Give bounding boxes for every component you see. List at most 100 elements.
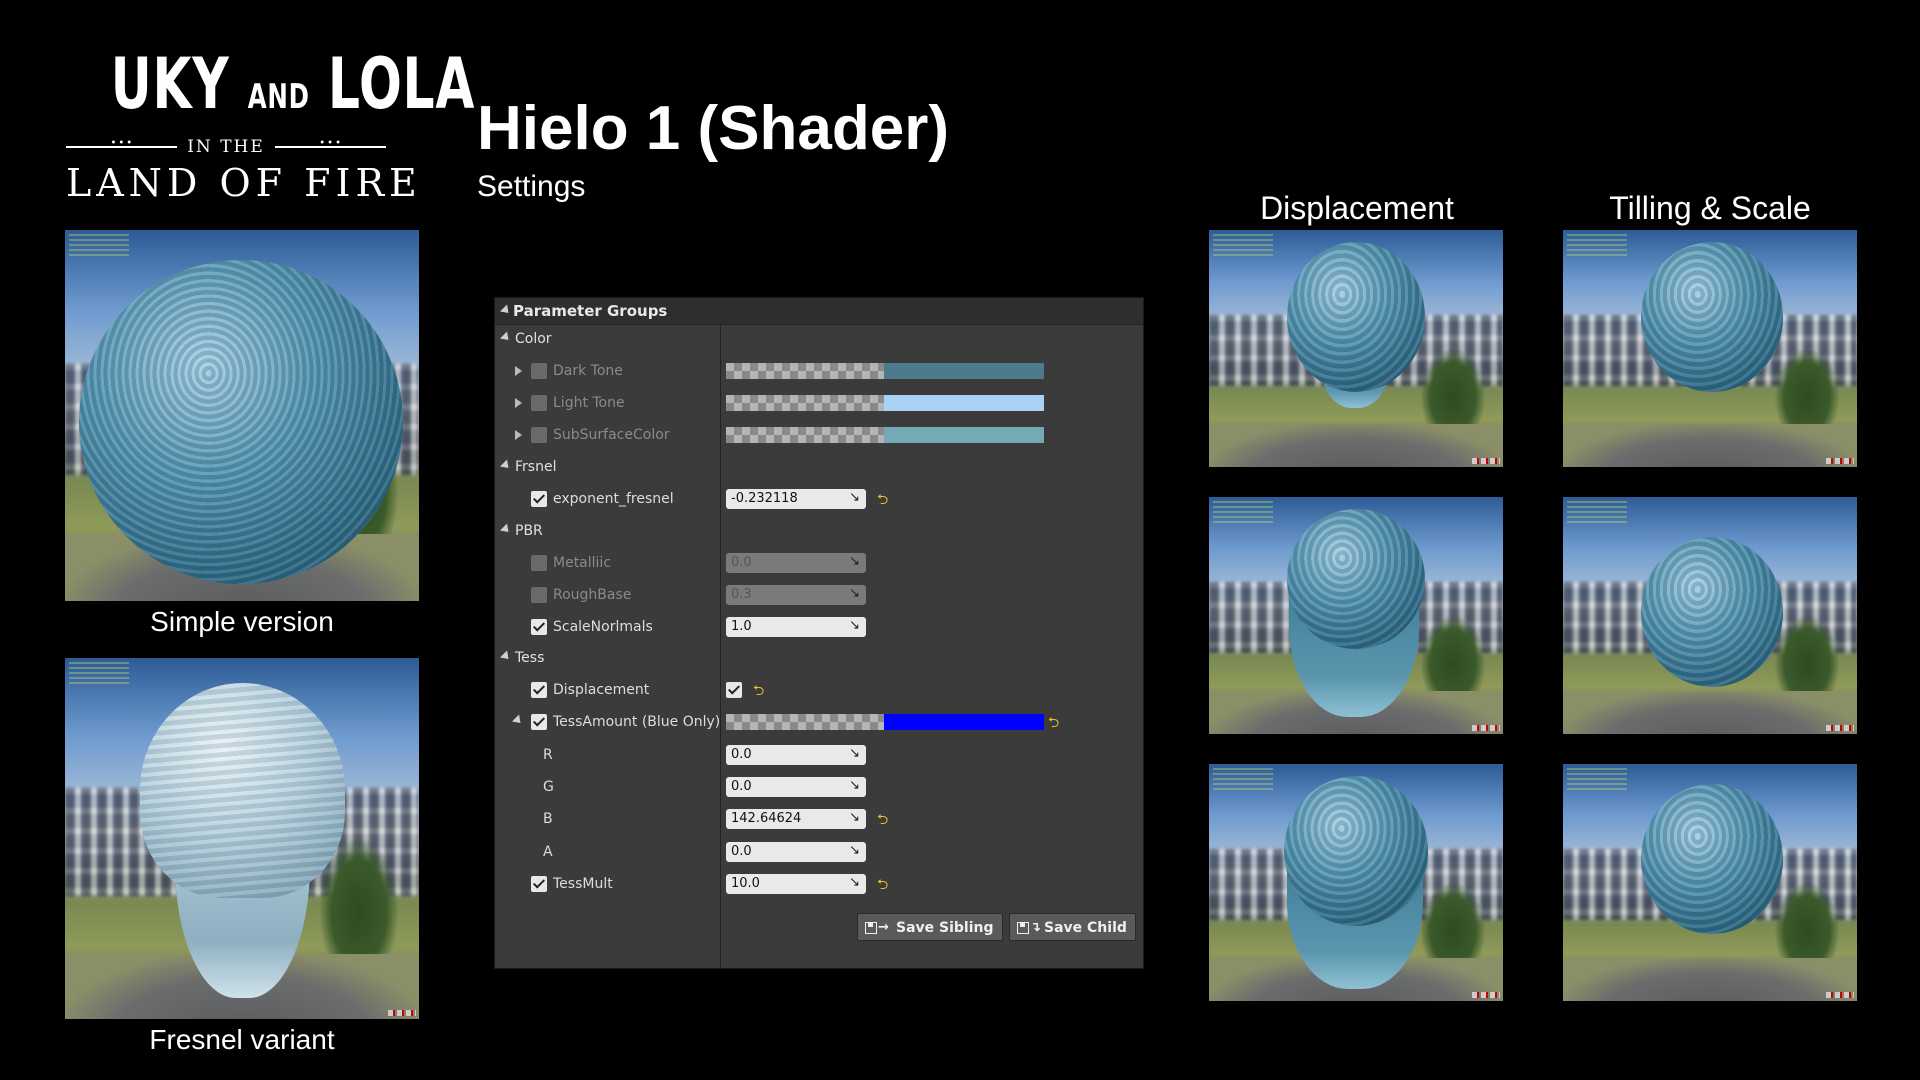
channel-b-label: B — [543, 811, 553, 827]
group-frsnel-label: Frsnel — [515, 459, 557, 475]
metalliic-label: Metalliic — [553, 555, 612, 571]
reset-to-default-icon[interactable]: ⮌ — [753, 680, 764, 704]
logo-lola: LOLA — [327, 43, 476, 125]
param-tessamount: TessAmount (Blue Only) ⮌ — [495, 708, 1143, 736]
channel-b-value: 142.64624 — [731, 811, 802, 826]
channel-b-input[interactable]: 142.64624 — [726, 808, 866, 829]
tessmult-checkbox[interactable] — [531, 876, 547, 892]
tilling-preview-3 — [1563, 764, 1857, 1001]
expand-arrow-icon[interactable] — [515, 366, 522, 376]
viewport-corner-icons — [1826, 458, 1854, 464]
tessamount-checkbox[interactable] — [531, 714, 547, 730]
channel-a-input[interactable]: 0.0 — [726, 841, 866, 862]
ice-sphere — [1287, 242, 1425, 392]
simple-version-preview — [65, 230, 419, 601]
fresnel-variant-preview — [65, 658, 419, 1019]
tilling-preview-1 — [1563, 230, 1857, 467]
displacement-value-checkbox[interactable] — [726, 682, 742, 698]
light-tone-color-swatch[interactable] — [726, 395, 1044, 411]
ice-sphere — [1641, 242, 1783, 392]
drag-arrow-icon[interactable] — [849, 584, 860, 604]
param-tessamount-g: G 0.0 — [495, 773, 1143, 801]
collapse-arrow-icon[interactable] — [511, 714, 525, 727]
drag-arrow-icon[interactable] — [849, 616, 860, 636]
channel-r-input[interactable]: 0.0 — [726, 744, 866, 765]
drag-arrow-icon[interactable] — [849, 744, 860, 764]
viewport-stats-overlay — [1213, 234, 1273, 258]
scalenorlmals-input[interactable]: 1.0 — [726, 616, 866, 637]
drag-arrow-icon[interactable] — [849, 873, 860, 893]
channel-g-input[interactable]: 0.0 — [726, 776, 866, 797]
save-sibling-button[interactable]: → Save Sibling — [857, 913, 1003, 941]
reset-to-default-icon[interactable]: ⮌ — [877, 874, 888, 898]
arrow-right-icon: → — [878, 920, 889, 935]
param-scalenorlmals: ScaleNorlmals 1.0 — [495, 613, 1143, 641]
collapse-arrow-icon[interactable] — [499, 650, 513, 663]
logo-uky: UKY — [110, 43, 230, 125]
exponent-fresnel-value: -0.232118 — [731, 491, 798, 506]
viewport-stats-overlay — [69, 234, 129, 258]
param-dark-tone: Dark Tone — [495, 357, 1143, 385]
collapse-arrow-icon[interactable] — [499, 459, 513, 472]
dark-tone-color-swatch[interactable] — [726, 363, 1044, 379]
metalliic-value: 0.0 — [731, 555, 752, 570]
collapse-arrow-icon[interactable] — [499, 304, 513, 317]
viewport-stats-overlay — [69, 662, 129, 686]
drag-arrow-icon[interactable] — [849, 488, 860, 508]
channel-r-label: R — [543, 747, 553, 763]
light-tone-label: Light Tone — [553, 395, 625, 411]
drag-arrow-icon[interactable] — [849, 808, 860, 828]
metalliic-input[interactable]: 0.0 — [726, 552, 866, 573]
parameter-groups-label: Parameter Groups — [513, 302, 668, 320]
tessamount-label: TessAmount (Blue Only) — [553, 714, 721, 730]
tessamount-color-swatch[interactable] — [726, 714, 1044, 730]
group-pbr[interactable]: PBR — [495, 517, 1143, 545]
metalliic-checkbox[interactable] — [531, 555, 547, 571]
dark-tone-label: Dark Tone — [553, 363, 623, 379]
expand-arrow-icon[interactable] — [515, 398, 522, 408]
subsurface-color-checkbox[interactable] — [531, 427, 547, 443]
group-tess[interactable]: Tess — [495, 644, 1143, 672]
param-displacement: Displacement ⮌ — [495, 676, 1143, 704]
displacement-enable-checkbox[interactable] — [531, 682, 547, 698]
scalenorlmals-checkbox[interactable] — [531, 619, 547, 635]
save-child-button[interactable]: ↴ Save Child — [1009, 913, 1136, 941]
logo-rule-right — [274, 138, 387, 149]
material-parameter-panel: Parameter Groups Color Dark Tone Light T… — [494, 297, 1144, 969]
logo-and: AND — [247, 77, 310, 117]
group-color-label: Color — [515, 331, 552, 347]
group-color[interactable]: Color — [495, 325, 1143, 353]
light-tone-checkbox[interactable] — [531, 395, 547, 411]
reset-to-default-icon[interactable]: ⮌ — [877, 809, 888, 833]
reset-to-default-icon[interactable]: ⮌ — [1048, 712, 1059, 736]
roughbase-checkbox[interactable] — [531, 587, 547, 603]
parameter-groups-header[interactable]: Parameter Groups — [495, 298, 1143, 325]
page-title: Hielo 1 (Shader) — [477, 94, 949, 163]
drag-arrow-icon[interactable] — [849, 841, 860, 861]
exponent-fresnel-checkbox[interactable] — [531, 491, 547, 507]
tilling-preview-2 — [1563, 497, 1857, 734]
param-roughbase: RoughBase 0.3 — [495, 581, 1143, 609]
group-frsnel[interactable]: Frsnel — [495, 453, 1143, 481]
save-child-label: Save Child — [1044, 920, 1127, 936]
collapse-arrow-icon[interactable] — [499, 331, 513, 344]
drag-arrow-icon[interactable] — [849, 552, 860, 572]
viewport-stats-overlay — [1213, 768, 1273, 792]
page-subtitle: Settings — [477, 170, 586, 203]
roughbase-input[interactable]: 0.3 — [726, 584, 866, 605]
group-pbr-label: PBR — [515, 523, 543, 539]
reset-to-default-icon[interactable]: ⮌ — [877, 489, 888, 513]
param-tessmult: TessMult 10.0 ⮌ — [495, 870, 1143, 898]
tilling-scale-heading: Tilling & Scale — [1609, 190, 1811, 226]
viewport-stats-overlay — [1567, 234, 1627, 258]
tessmult-input[interactable]: 10.0 — [726, 873, 866, 894]
param-exponent-fresnel: exponent_fresnel -0.232118 ⮌ — [495, 485, 1143, 513]
ice-sphere — [79, 260, 403, 584]
exponent-fresnel-input[interactable]: -0.232118 — [726, 488, 866, 509]
dark-tone-checkbox[interactable] — [531, 363, 547, 379]
collapse-arrow-icon[interactable] — [499, 523, 513, 536]
expand-arrow-icon[interactable] — [515, 430, 522, 440]
subsurface-color-swatch[interactable] — [726, 427, 1044, 443]
channel-g-label: G — [543, 779, 554, 795]
drag-arrow-icon[interactable] — [849, 776, 860, 796]
